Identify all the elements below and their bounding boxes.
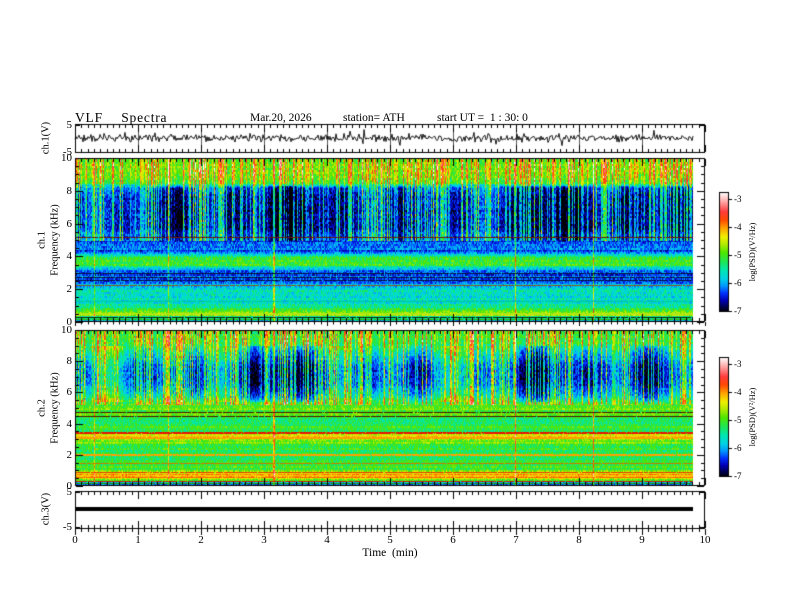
ylabel-ch2-line1: ch.2 <box>36 399 48 417</box>
colorbar2-tick-label: -5 <box>734 415 742 425</box>
ylabel-ch2-line2: Frequency (kHz) <box>49 372 60 444</box>
ylabel-ch2-frequency: ch.2 Frequency (kHz) <box>36 372 61 443</box>
header-start-ut: start UT = 1 : 30: 0 <box>437 112 528 124</box>
header-station: station= ATH <box>343 112 405 124</box>
spec2-y-tick-label: 2 <box>66 448 73 461</box>
colorbar2-tick-label: -4 <box>734 387 742 398</box>
spec1-y-tick-label: 8 <box>66 184 73 197</box>
x-tick-label: 7 <box>513 534 519 546</box>
ylabel-ch1-line2: Frequency (kHz) <box>49 204 60 276</box>
colorbar1-tick-label: -7 <box>734 305 742 316</box>
colorbar2-label: log(PSD)(V²/Hz) <box>747 387 757 447</box>
colorbar2-tick-label: -3 <box>734 359 742 370</box>
vlf-spectra-figure: VLF Spectra Mar.20, 2026 station= ATH st… <box>0 0 792 612</box>
spec2-y-tick-label: 6 <box>66 386 73 399</box>
colorbar1-tick-label: -3 <box>734 194 742 205</box>
colorbar2-tick-label: -7 <box>734 470 742 481</box>
x-tick-label: 8 <box>576 534 582 546</box>
colorbar2-tick-label: -6 <box>734 442 742 453</box>
x-tick-label: 0 <box>72 534 78 546</box>
spec2-y-tick-label: 4 <box>66 417 73 430</box>
colorbar1-tick-label: -6 <box>734 277 742 288</box>
page-title: VLF Spectra <box>75 110 168 125</box>
spec1-y-tick-label: 2 <box>66 283 73 296</box>
ch3-y-tick-label: -5 <box>62 520 72 533</box>
x-tick-label: 1 <box>135 534 141 546</box>
ch3-y-tick-label: 5 <box>66 485 73 498</box>
spec2-y-tick-label: 10 <box>61 324 72 336</box>
wave-y-tick-label: 5 <box>66 118 73 131</box>
x-tick-label: 2 <box>198 534 204 546</box>
spec1-y-tick-label: 6 <box>66 217 73 230</box>
colorbar1-tick-label: -4 <box>734 222 742 233</box>
header-date: Mar.20, 2026 <box>250 112 312 124</box>
plot-canvas <box>0 0 792 612</box>
ylabel-ch1-line1: ch.1 <box>36 231 48 249</box>
x-axis-label: Time (min) <box>362 547 418 559</box>
spec2-y-tick-label: 8 <box>66 355 73 368</box>
spec1-y-tick-label: 4 <box>66 250 73 263</box>
x-tick-label: 9 <box>639 534 645 546</box>
colorbar1-tick-label: -5 <box>734 250 742 260</box>
spec1-y-tick-label: 10 <box>61 152 72 164</box>
x-tick-label: 10 <box>699 534 711 546</box>
ylabel-ch1-frequency: ch.1 Frequency (kHz) <box>36 204 61 275</box>
ylabel-ch3-voltage: ch.3(V) <box>40 492 52 526</box>
x-tick-label: 5 <box>387 534 393 546</box>
ylabel-ch1-voltage: ch.1(V) <box>40 121 52 155</box>
colorbar1-label: log(PSD)(V²/Hz) <box>747 222 757 282</box>
x-tick-label: 4 <box>324 534 330 546</box>
x-tick-label: 3 <box>261 534 267 546</box>
x-tick-label: 6 <box>450 534 456 546</box>
